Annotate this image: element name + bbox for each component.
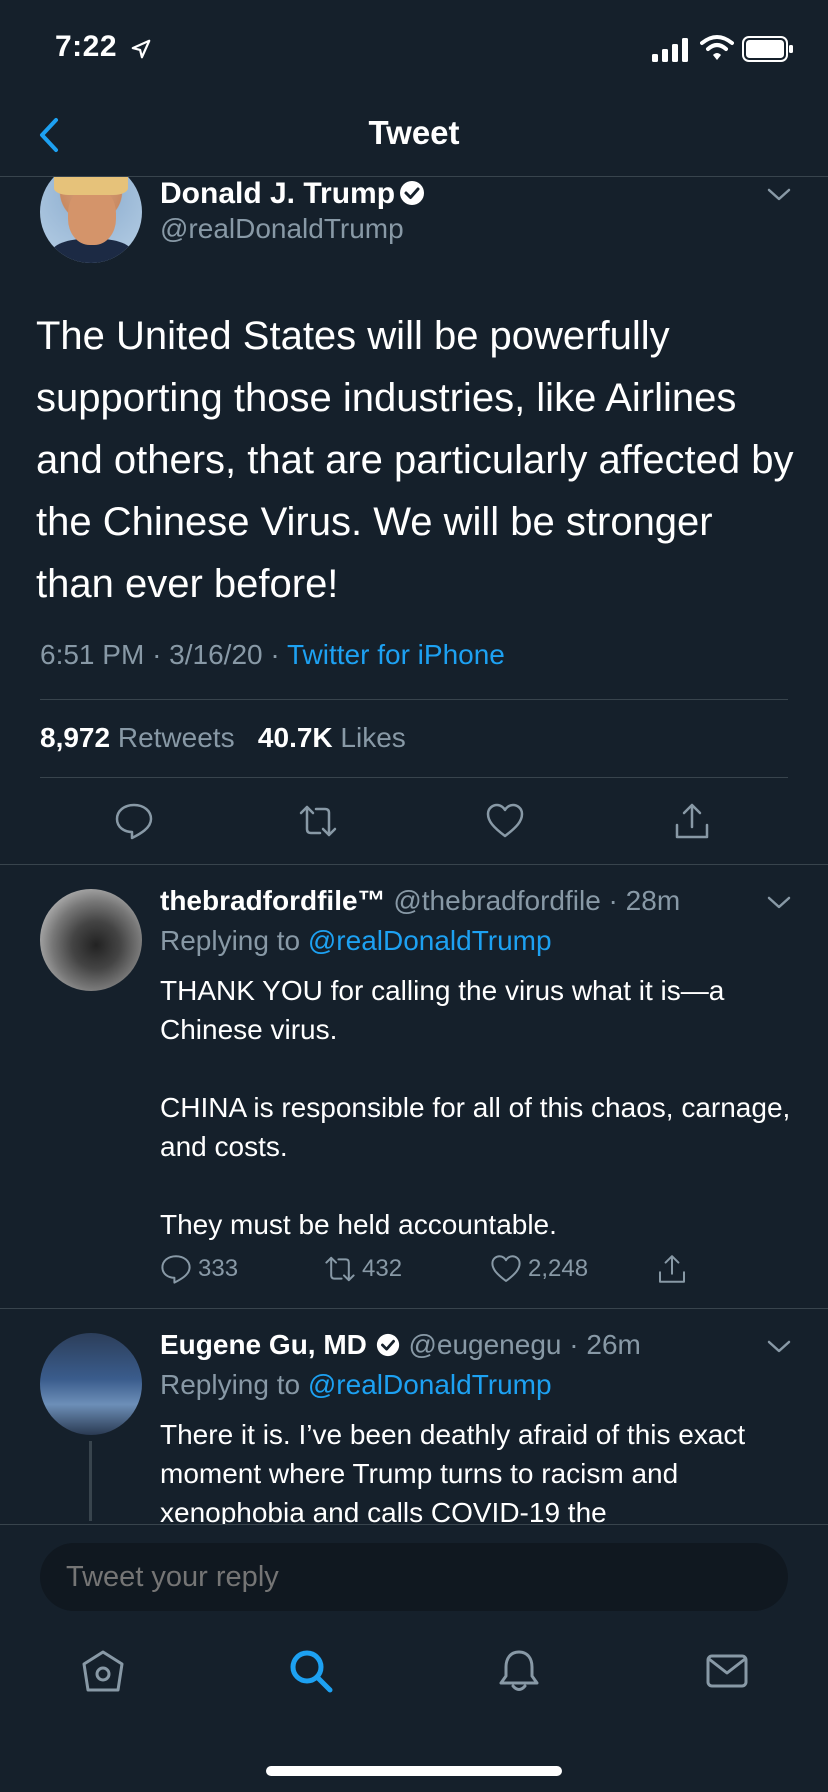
like-count: 2,248: [528, 1255, 589, 1282]
share-icon[interactable]: [672, 801, 712, 841]
home-indicator: [266, 1766, 562, 1776]
verified-badge-icon: [400, 181, 424, 205]
reply-input[interactable]: [40, 1543, 788, 1611]
battery-icon: [742, 36, 793, 62]
divider: [40, 777, 788, 778]
reply-author-handle[interactable]: @eugenegu: [408, 1329, 561, 1360]
meta-separator: ·: [152, 639, 170, 670]
reply-composer: [0, 1524, 828, 1618]
retweet-count: 432: [362, 1255, 403, 1282]
wifi-icon: [700, 35, 734, 60]
tab-bar: [0, 1618, 828, 1792]
reply-text: THANK YOU for calling the virus what it …: [160, 971, 800, 1283]
thread-line: [89, 1441, 92, 1521]
retweets-stat[interactable]: 8,972 Retweets: [40, 722, 235, 753]
reply-age: 26m: [586, 1329, 641, 1360]
likes-count: 40.7K: [257, 722, 333, 753]
reply-icon[interactable]: [114, 801, 154, 841]
retweet-action[interactable]: 432: [324, 1253, 402, 1285]
caret-down-icon[interactable]: [766, 187, 792, 203]
main-tweet: Donald J. Trump @realDonaldTrump The Uni…: [0, 177, 828, 865]
tweet-metadata: 6:51 PM · 3/16/20 · Twitter for iPhone: [40, 639, 505, 671]
verified-badge-icon: [376, 1333, 399, 1357]
reply-paragraph: THANK YOU for calling the virus what it …: [160, 975, 725, 1045]
reply-paragraph: There it is. I’ve been deathly afraid of…: [160, 1419, 746, 1524]
likes-label: Likes: [340, 722, 406, 753]
divider: [40, 699, 788, 700]
replying-to: Replying to @realDonaldTrump: [160, 925, 552, 957]
reply-author-name[interactable]: Eugene Gu, MD: [160, 1329, 367, 1360]
retweet-icon: [325, 1256, 355, 1282]
mention-link[interactable]: @realDonaldTrump: [308, 1369, 552, 1400]
location-arrow-icon: [131, 39, 151, 59]
reply-tweet[interactable]: Eugene Gu, MD @eugenegu · 26m Replying t…: [0, 1309, 828, 1524]
replying-prefix: Replying to: [160, 925, 301, 956]
home-icon[interactable]: [80, 1648, 126, 1694]
tweet-stats: 8,972 Retweets 40.7K Likes: [40, 722, 406, 754]
share-action[interactable]: [656, 1253, 694, 1285]
reply-avatar[interactable]: [40, 889, 142, 991]
reply-paragraph: CHINA is responsible for all of this cha…: [160, 1092, 791, 1162]
tweet-detail-screen: 7:22 Tweet Donald J. Trump @realDonaldTr…: [0, 0, 828, 1792]
retweet-icon[interactable]: [298, 801, 338, 841]
notifications-icon[interactable]: [496, 1648, 542, 1694]
status-time: 7:22: [55, 30, 118, 63]
search-icon[interactable]: [288, 1648, 334, 1694]
navigation-bar: Tweet: [0, 100, 828, 177]
tweet-date: 3/16/20: [169, 639, 263, 670]
caret-down-icon[interactable]: [766, 895, 792, 911]
like-action[interactable]: 2,248: [490, 1253, 588, 1285]
reply-avatar[interactable]: [40, 1333, 142, 1435]
status-bar: 7:22: [0, 0, 828, 100]
messages-icon[interactable]: [704, 1648, 750, 1694]
tweet-source-link[interactable]: Twitter for iPhone: [287, 639, 505, 670]
like-icon[interactable]: [485, 801, 525, 841]
reply-tweet[interactable]: thebradfordfile™ @thebradfordfile · 28m …: [0, 865, 828, 1309]
retweets-label: Retweets: [117, 722, 235, 753]
tweet-time: 6:51 PM: [40, 639, 145, 670]
like-icon: [491, 1255, 521, 1282]
mention-link[interactable]: @realDonaldTrump: [308, 925, 552, 956]
reply-author-handle[interactable]: @thebradfordfile: [393, 885, 600, 916]
reply-count: 333: [198, 1255, 239, 1282]
caret-down-icon[interactable]: [766, 1339, 792, 1355]
share-icon: [659, 1255, 685, 1283]
likes-stat[interactable]: 40.7K Likes: [258, 722, 406, 753]
reply-header: Eugene Gu, MD @eugenegu · 26m: [160, 1329, 641, 1360]
page-title: Tweet: [368, 114, 460, 151]
reply-age: 28m: [625, 885, 681, 916]
reply-author-name[interactable]: thebradfordfile™: [160, 885, 386, 916]
replying-prefix: Replying to: [160, 1369, 301, 1400]
reply-header: thebradfordfile™ @thebradfordfile · 28m: [160, 885, 681, 916]
retweets-count: 8,972: [40, 722, 111, 753]
reply-action[interactable]: 333: [160, 1253, 238, 1285]
cellular-signal-icon: [652, 38, 688, 62]
reply-icon: [161, 1255, 191, 1284]
reply-text: There it is. I’ve been deathly afraid of…: [160, 1415, 800, 1524]
replying-to: Replying to @realDonaldTrump: [160, 1369, 552, 1401]
author-handle[interactable]: @realDonaldTrump: [160, 213, 404, 245]
tweet-text: The United States will be powerfully sup…: [36, 314, 794, 606]
reply-paragraph: They must be held accountable.: [160, 1209, 557, 1240]
author-avatar[interactable]: [40, 177, 142, 263]
meta-separator: ·: [270, 639, 287, 670]
author-name[interactable]: Donald J. Trump: [160, 177, 395, 211]
